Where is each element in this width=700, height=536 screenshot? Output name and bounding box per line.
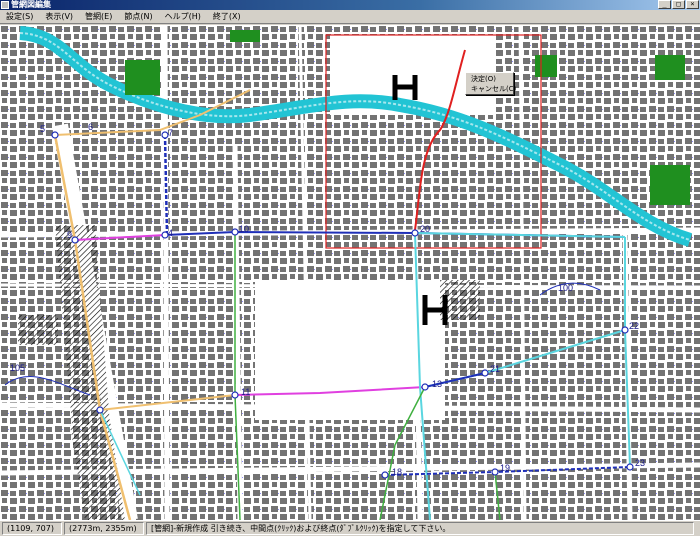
menu-exit[interactable]: 終了(X)	[207, 10, 247, 23]
node-label: 23	[635, 458, 646, 468]
node-label: 21	[490, 364, 501, 374]
contour-label: 105	[10, 363, 26, 373]
status-message: [管網]-新規作成 引き続き、中間点(ｸﾘｯｸ)および終点(ﾀﾞﾌﾞﾙｸﾘｯｸ)…	[146, 522, 694, 535]
map-canvas[interactable]: 105 100 5 6 9 7 10 11 20 21 22 23 18 19 …	[0, 25, 700, 520]
maximize-button[interactable]: □	[672, 0, 685, 9]
node-label: 7	[168, 128, 174, 138]
menu-bar: 設定(S) 表示(V) 管網(E) 節点(N) ヘルプ(H) 終了(X)	[0, 10, 700, 24]
map-drawing	[0, 25, 700, 520]
node-label: 19	[500, 463, 511, 473]
node-label: 6	[88, 122, 94, 132]
node-label: 10	[239, 224, 250, 234]
node-label: 18	[392, 467, 403, 477]
menu-node[interactable]: 節点(N)	[118, 10, 158, 23]
menu-settings[interactable]: 設定(S)	[0, 10, 39, 23]
node-label: 13	[432, 379, 443, 389]
context-menu-cancel[interactable]: キャンセル(C)	[467, 84, 516, 94]
status-cursor: (1109, 707)	[2, 522, 62, 535]
context-menu: 決定(O) キャンセル(C)	[465, 72, 516, 95]
node-label: 9	[67, 230, 73, 240]
minimize-button[interactable]: _	[658, 0, 671, 9]
node-label: 4	[168, 228, 174, 238]
node-label: 22	[629, 321, 640, 331]
menu-help[interactable]: ヘルプ(H)	[159, 10, 207, 23]
node-label: 20	[420, 224, 431, 234]
app-icon	[1, 1, 9, 9]
title-bar: 管網図編集 _ □ ×	[0, 0, 700, 10]
context-menu-ok[interactable]: 決定(O)	[467, 74, 512, 84]
status-coordinates: (2773m, 2355m)	[64, 522, 144, 535]
status-bar: (1109, 707) (2773m, 2355m) [管網]-新規作成 引き続…	[0, 520, 700, 536]
node-label: 11	[241, 387, 251, 397]
contour-label: 100	[558, 283, 574, 293]
node-label: 5	[40, 124, 46, 134]
menu-network[interactable]: 管網(E)	[79, 10, 118, 23]
menu-view[interactable]: 表示(V)	[39, 10, 79, 23]
window-title: 管網図編集	[11, 0, 51, 9]
close-button[interactable]: ×	[686, 0, 699, 9]
